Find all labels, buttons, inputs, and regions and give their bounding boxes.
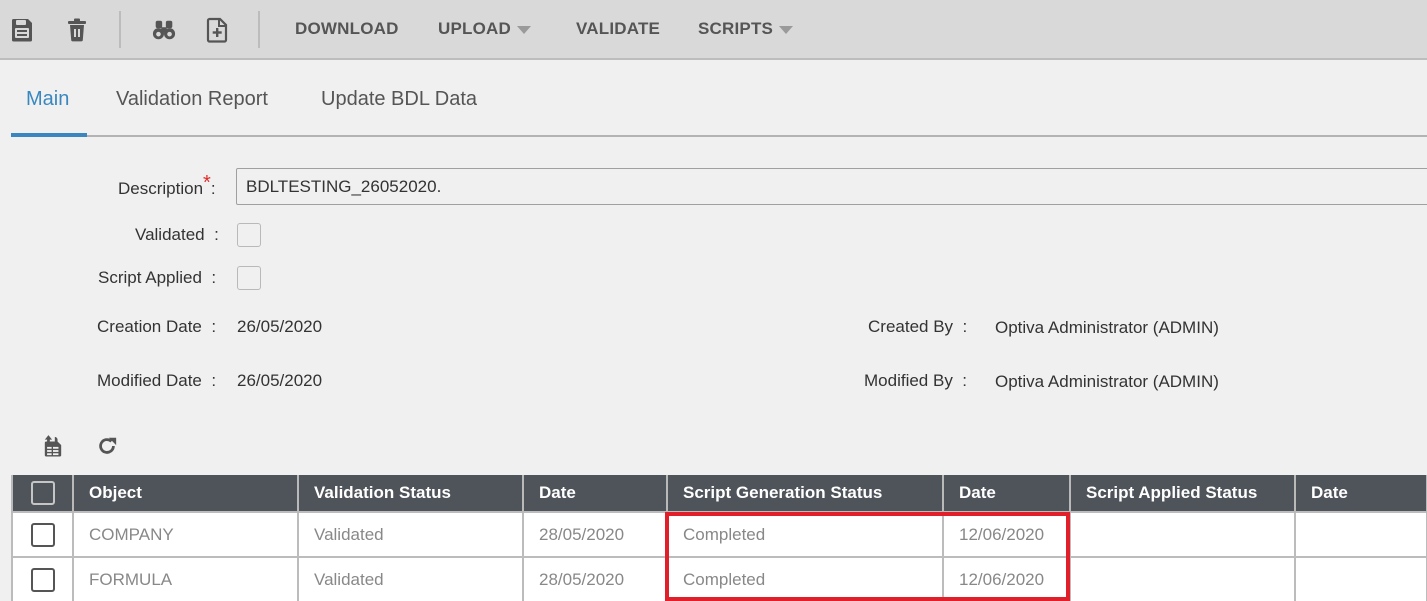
cell-validation-status: Validated	[297, 511, 524, 558]
description-input[interactable]	[236, 168, 1427, 205]
cell-validation-date: 28/05/2020	[522, 511, 668, 558]
table-row[interactable]: COMPANY Validated 28/05/2020 Completed 1…	[11, 511, 1427, 558]
created-by-value: Optiva Administrator (ADMIN)	[995, 318, 1219, 337]
tab-update-bdl-data[interactable]: Update BDL Data	[321, 88, 477, 111]
chevron-down-icon	[779, 25, 794, 34]
active-tab-indicator	[11, 133, 87, 137]
column-header-script-generation-date[interactable]: Date	[942, 475, 1070, 512]
upload-label: UPLOAD	[438, 19, 511, 38]
cell-object: FORMULA	[72, 556, 299, 601]
download-button[interactable]: DOWNLOAD	[295, 19, 399, 39]
cell-script-applied-status	[1069, 556, 1296, 601]
column-header-validation-date[interactable]: Date	[522, 475, 667, 512]
refresh-icon[interactable]	[94, 432, 120, 460]
column-header-script-generation-status[interactable]: Script Generation Status	[666, 475, 943, 512]
cell-script-applied-status	[1069, 511, 1296, 558]
find-icon[interactable]	[150, 15, 178, 45]
row-checkbox[interactable]	[30, 567, 55, 592]
required-marker: *	[203, 172, 211, 194]
chevron-down-icon	[516, 25, 531, 34]
download-label: DOWNLOAD	[295, 19, 399, 38]
toolbar-separator	[258, 11, 260, 48]
cell-validation-status: Validated	[297, 556, 524, 601]
upload-button[interactable]: UPLOAD	[438, 19, 531, 39]
cell-object: COMPANY	[72, 511, 299, 558]
creation-date-label: Creation Date :	[97, 317, 217, 336]
validated-label: Validated :	[135, 225, 219, 244]
creation-date-value: 26/05/2020	[237, 317, 323, 336]
bdl-objects-table: Object Validation Status Date Script Gen…	[11, 475, 1427, 601]
row-select-cell	[11, 511, 74, 558]
delete-icon[interactable]	[63, 15, 91, 45]
toolbar: DOWNLOAD UPLOAD VALIDATE SCRIPTS	[0, 0, 1427, 60]
validated-checkbox[interactable]	[237, 223, 261, 247]
select-all-cell	[11, 475, 73, 512]
modified-by-label: Modified By :	[864, 371, 968, 390]
modified-date-label: Modified Date :	[97, 371, 217, 390]
select-all-checkbox[interactable]	[30, 481, 55, 505]
export-spreadsheet-icon[interactable]	[40, 432, 66, 460]
tab-bar: Main Validation Report Update BDL Data	[11, 60, 1427, 137]
cell-script-generation-status: Completed	[666, 556, 944, 601]
tab-main[interactable]: Main	[26, 88, 69, 111]
column-header-script-applied-date[interactable]: Date	[1294, 475, 1427, 512]
cell-script-applied-date	[1294, 556, 1427, 601]
column-header-object[interactable]: Object	[72, 475, 298, 512]
row-select-cell	[11, 556, 74, 601]
modified-by-value: Optiva Administrator (ADMIN)	[995, 372, 1219, 391]
toolbar-separator	[119, 11, 121, 48]
created-by-label: Created By :	[868, 317, 968, 336]
scripts-label: SCRIPTS	[698, 19, 774, 38]
table-row[interactable]: FORMULA Validated 28/05/2020 Completed 1…	[11, 556, 1427, 601]
script-applied-label: Script Applied :	[98, 268, 217, 287]
description-label: Description*:	[118, 172, 216, 198]
validate-button[interactable]: VALIDATE	[576, 19, 660, 39]
cell-script-applied-date	[1294, 511, 1427, 558]
save-icon[interactable]	[8, 15, 36, 45]
column-header-script-applied-status[interactable]: Script Applied Status	[1069, 475, 1295, 512]
scripts-button[interactable]: SCRIPTS	[698, 19, 794, 39]
tab-validation-report[interactable]: Validation Report	[116, 88, 268, 111]
table-header-row: Object Validation Status Date Script Gen…	[11, 475, 1427, 512]
script-applied-checkbox[interactable]	[237, 266, 261, 290]
validate-label: VALIDATE	[576, 19, 661, 38]
cell-script-generation-status: Completed	[666, 511, 944, 558]
cell-script-generation-date: 12/06/2020	[942, 511, 1071, 558]
new-document-icon[interactable]	[203, 15, 231, 45]
column-header-validation-status[interactable]: Validation Status	[297, 475, 523, 512]
row-checkbox[interactable]	[30, 522, 55, 547]
modified-date-value: 26/05/2020	[237, 371, 323, 390]
cell-validation-date: 28/05/2020	[522, 556, 668, 601]
cell-script-generation-date: 12/06/2020	[942, 556, 1071, 601]
